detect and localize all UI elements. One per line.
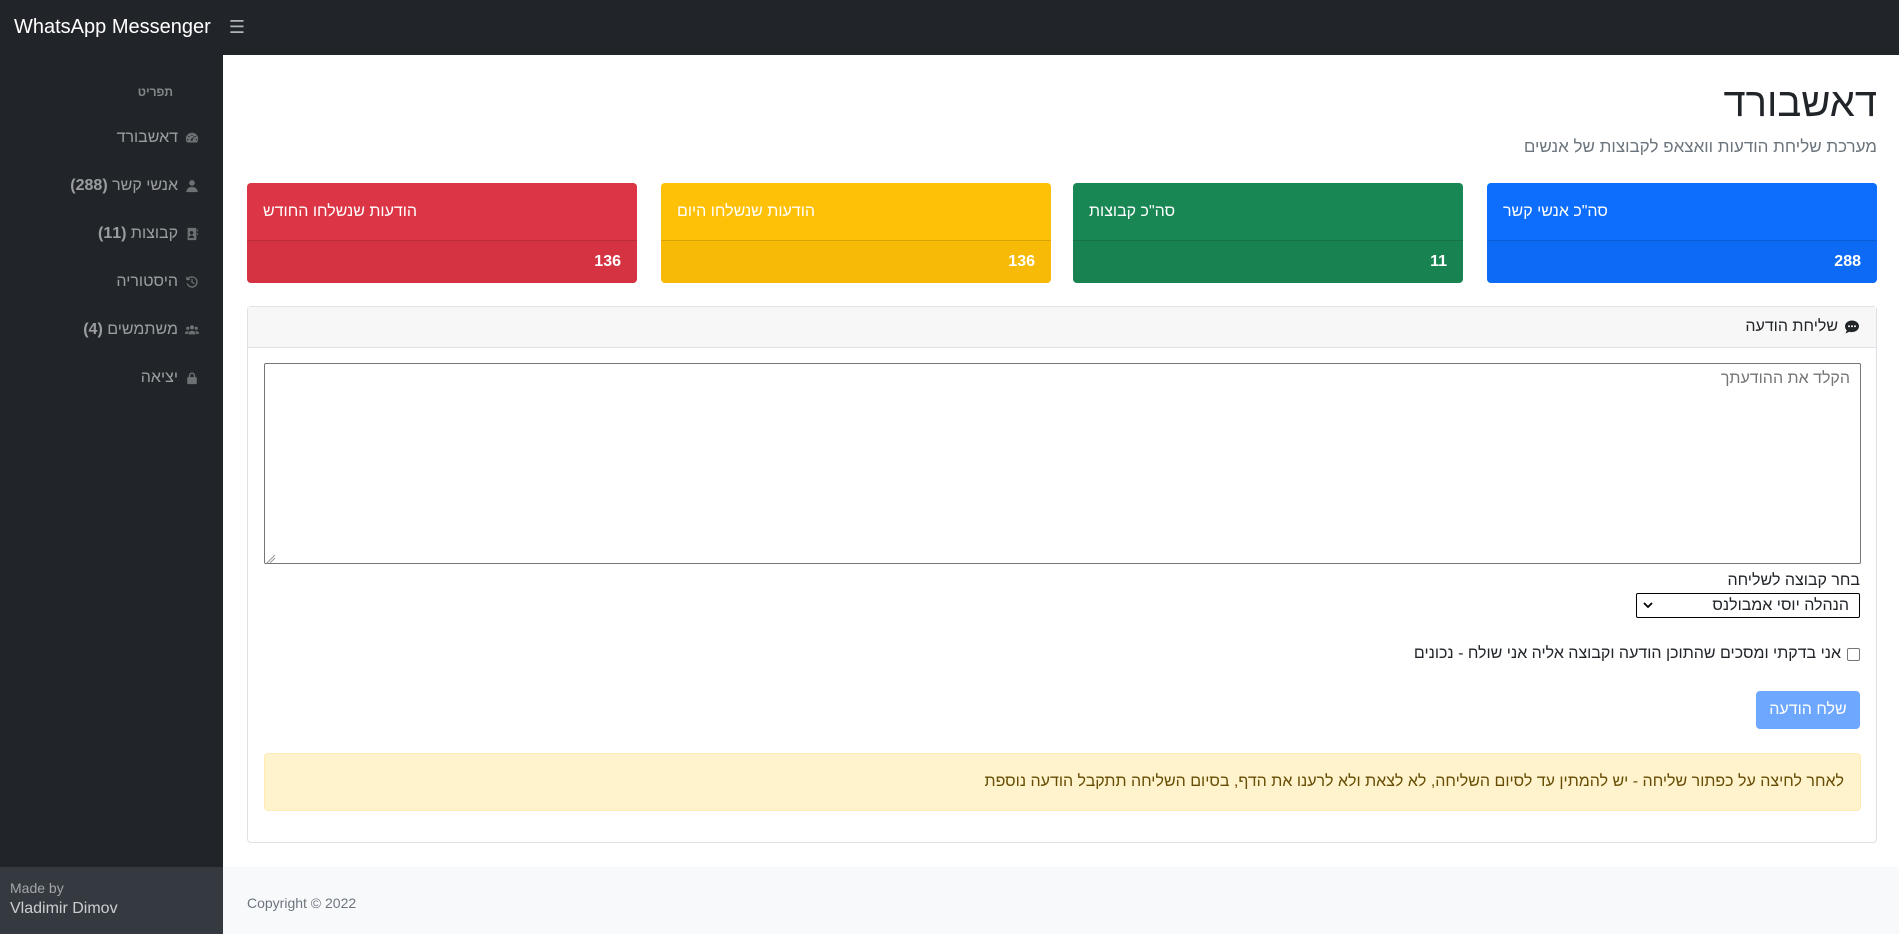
page-title: דאשבורד: [1723, 81, 1877, 125]
comment-dots-icon: [1845, 320, 1859, 334]
sidebar-item-dashboard[interactable]: דאשבורד: [0, 114, 223, 162]
sidebar-item-label: אנשי קשר: [112, 177, 178, 194]
sidebar-item-users[interactable]: משתמשים (4): [0, 306, 223, 354]
confirm-label[interactable]: אני בדקתי ומסכים שהתוכן הודעה וקבוצה אלי…: [1414, 645, 1841, 663]
sidebar: תפריט דאשבורד אנשי קשר (288) קבוצות (11)…: [0, 55, 223, 934]
page-subtitle: מערכת שליחת הודעות וואצאפ לקבוצות של אנש…: [1523, 137, 1877, 156]
main-content: דאשבורד מערכת שליחת הודעות וואצאפ לקבוצו…: [223, 55, 1899, 867]
sidebar-item-label: יציאה: [140, 369, 178, 386]
sidebar-item-contacts[interactable]: אנשי קשר (288): [0, 162, 223, 210]
sidebar-item-count: (11): [98, 225, 127, 242]
brand-title[interactable]: WhatsApp Messenger: [0, 16, 222, 39]
confirm-checkbox[interactable]: [1847, 647, 1860, 661]
page-footer: Copyright © 2022: [223, 867, 1899, 934]
group-select[interactable]: הנהלה יוסי אמבולנס: [1636, 593, 1860, 618]
sidebar-item-label: היסטוריה: [116, 273, 178, 290]
dashboard-icon: [185, 132, 199, 143]
sidebar-item-history[interactable]: היסטוריה: [0, 258, 223, 306]
address-book-icon: [187, 227, 199, 241]
stat-card-label: הודעות שנשלחו היום: [677, 202, 815, 220]
stat-card-month: הודעות שנשלחו החודש 136: [247, 183, 637, 283]
sidebar-item-count: (288): [70, 177, 108, 194]
stat-card-value: 136: [594, 253, 621, 270]
stat-card-groups: סה"כ קבוצות 11: [1073, 183, 1463, 283]
stat-card-label: סה"כ קבוצות: [1089, 202, 1176, 220]
sidebar-item-label: קבוצות: [130, 225, 178, 242]
sidebar-item-count: (4): [83, 321, 103, 338]
confirm-row: אני בדקתי ומסכים שהתוכן הודעה וקבוצה אלי…: [1414, 645, 1860, 663]
sidebar-item-logout[interactable]: יציאה: [0, 354, 223, 402]
copyright-text: Copyright © 2022: [247, 895, 357, 911]
stat-card-label: הודעות שנשלחו החודש: [263, 202, 418, 220]
user-icon: [186, 180, 198, 193]
send-message-panel: שליחת הודעה בחר קבוצה לשליחה הנהלה יוסי …: [247, 306, 1877, 843]
stat-card-value: 288: [1834, 253, 1861, 270]
history-icon: [186, 276, 198, 288]
chevron-down-icon: [1643, 602, 1653, 609]
message-textarea[interactable]: [264, 363, 1861, 564]
stat-card-value: 136: [1008, 253, 1035, 270]
sidebar-footer: Made by Vladimir Dimov: [0, 867, 223, 934]
sidebar-heading: תפריט: [137, 85, 173, 99]
sidebar-item-label: משתמשים: [107, 321, 178, 338]
sidebar-item-label: דאשבורד: [116, 129, 178, 146]
lock-icon: [187, 372, 197, 385]
stat-card-label: סה"כ אנשי קשר: [1503, 202, 1608, 220]
stat-card-value: 11: [1430, 253, 1447, 270]
warning-text: לאחר לחיצה על כפתור שליחה - יש להמתין עד…: [984, 773, 1844, 790]
warning-alert: לאחר לחיצה על כפתור שליחה - יש להמתין עד…: [264, 753, 1861, 811]
send-message-button[interactable]: שלח הודעה: [1756, 691, 1860, 729]
made-by-label: Made by: [10, 880, 64, 896]
group-select-label: בחר קבוצה לשליחה: [1727, 572, 1860, 589]
author-name: Vladimir Dimov: [10, 900, 118, 917]
stat-card-today: הודעות שנשלחו היום 136: [661, 183, 1051, 283]
users-icon: [185, 325, 199, 335]
send-message-panel-header: שליחת הודעה: [248, 307, 1876, 348]
top-navbar: WhatsApp Messenger ☰: [0, 0, 1899, 55]
send-message-panel-title: שליחת הודעה: [1745, 318, 1838, 335]
group-select-value: הנהלה יוסי אמבולנס: [1712, 596, 1849, 614]
resize-grip-icon[interactable]: [266, 554, 276, 564]
stat-card-contacts: סה"כ אנשי קשר 288: [1487, 183, 1877, 283]
sidebar-toggle-icon[interactable]: ☰: [222, 17, 252, 38]
sidebar-item-groups[interactable]: קבוצות (11): [0, 210, 223, 258]
